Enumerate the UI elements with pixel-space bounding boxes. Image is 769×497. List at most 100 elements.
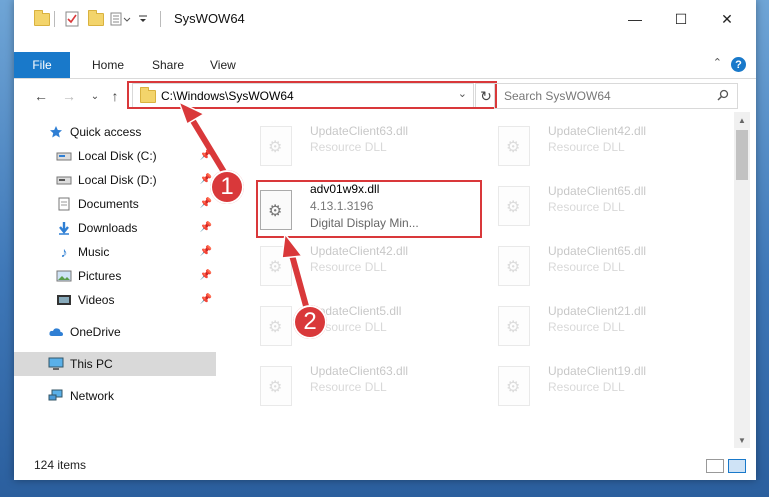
computer-icon — [48, 357, 64, 371]
dll-file-icon — [498, 246, 530, 286]
file-name: UpdateClient42.dll — [310, 244, 409, 258]
new-folder-icon[interactable] — [88, 0, 104, 38]
videos-icon — [56, 293, 72, 307]
quick-access-toolbar-icon[interactable] — [110, 0, 132, 38]
dll-file-icon — [498, 186, 530, 226]
scroll-down-icon[interactable]: ▼ — [734, 432, 750, 448]
file-type: Resource DLL — [548, 140, 625, 154]
item-count: 124 items — [34, 458, 87, 472]
sidebar-item-label: Quick access — [70, 125, 142, 139]
file-name: UpdateClient65.dll — [548, 244, 647, 258]
star-icon — [48, 125, 64, 139]
sidebar-item-pictures[interactable]: Pictures 📌 — [14, 264, 216, 288]
search-placeholder: Search SysWOW64 — [504, 89, 611, 103]
collapse-ribbon-icon[interactable]: ⌃ — [713, 56, 722, 69]
file-name: UpdateClient21.dll — [548, 304, 647, 318]
recent-locations-button[interactable]: ⌄ — [86, 86, 104, 106]
file-tile[interactable]: UpdateClient19.dll Resource DLL — [486, 356, 706, 416]
file-tile[interactable]: UpdateClient5.dll Resource DLL — [248, 296, 468, 356]
forward-button[interactable]: → — [60, 86, 78, 106]
search-icon[interactable] — [717, 89, 729, 104]
vertical-scrollbar[interactable]: ▲ ▼ — [734, 112, 750, 448]
pin-icon: 📌 — [199, 222, 212, 233]
file-tile[interactable]: UpdateClient63.dll Resource DLL — [248, 356, 468, 416]
title-bar: SysWOW64 — ☐ ✕ — [14, 0, 756, 38]
file-tile[interactable]: UpdateClient42.dll Resource DLL — [486, 116, 706, 176]
pictures-icon — [56, 269, 72, 283]
pin-icon: 📌 — [199, 294, 212, 305]
file-tile[interactable]: UpdateClient21.dll Resource DLL — [486, 296, 706, 356]
scroll-up-icon[interactable]: ▲ — [734, 112, 750, 128]
maximize-button[interactable]: ☐ — [658, 0, 704, 38]
tab-share[interactable]: Share — [152, 52, 184, 78]
properties-icon[interactable] — [64, 0, 80, 38]
pin-icon: 📌 — [199, 198, 212, 209]
sidebar-item-label: Music — [78, 245, 110, 259]
drive-icon — [56, 149, 72, 163]
file-type: Resource DLL — [310, 260, 387, 274]
music-icon: ♪ — [60, 244, 68, 260]
dll-file-icon — [498, 366, 530, 406]
close-button[interactable]: ✕ — [704, 0, 750, 38]
ribbon-tabs: File Home Share View ⌃ ? — [14, 52, 756, 79]
file-tile[interactable]: UpdateClient42.dll Resource DLL — [248, 236, 468, 296]
sidebar-item-label: Local Disk (C:) — [78, 149, 157, 163]
sidebar-item-local-disk-c[interactable]: Local Disk (C:) 📌 — [14, 144, 216, 168]
up-button[interactable]: ↑ — [106, 86, 124, 106]
dll-file-icon — [498, 126, 530, 166]
tab-file[interactable]: File — [14, 52, 70, 78]
sidebar-item-label: Local Disk (D:) — [78, 173, 157, 187]
explorer-window: SysWOW64 — ☐ ✕ File Home Share View ⌃ ? … — [14, 0, 756, 480]
sidebar-item-onedrive[interactable]: OneDrive — [14, 320, 216, 344]
sidebar-item-label: Network — [70, 389, 115, 403]
navigation-pane: Quick access Local Disk (C:) 📌 Local Dis… — [14, 112, 216, 448]
minimize-button[interactable]: — — [612, 0, 658, 38]
back-button[interactable]: ← — [32, 86, 50, 106]
download-icon — [56, 221, 72, 235]
dll-file-icon — [260, 246, 292, 286]
pin-icon: 📌 — [199, 246, 212, 257]
file-tile[interactable]: UpdateClient65.dll Resource DLL — [486, 176, 706, 236]
tab-home[interactable]: Home — [92, 52, 124, 78]
sidebar-item-music[interactable]: ♪ Music 📌 — [14, 240, 216, 264]
status-bar: 124 items — [14, 455, 756, 475]
cloud-icon — [48, 325, 64, 339]
details-view-icon[interactable] — [706, 459, 724, 473]
dll-file-icon — [498, 306, 530, 346]
sidebar-item-videos[interactable]: Videos 📌 — [14, 288, 216, 312]
search-input[interactable]: Search SysWOW64 — [494, 83, 738, 109]
file-name: UpdateClient65.dll — [548, 184, 647, 198]
file-name: UpdateClient63.dll — [310, 124, 409, 138]
pin-icon: 📌 — [199, 150, 212, 161]
file-highlight-box — [256, 180, 482, 238]
sidebar-item-quick-access[interactable]: Quick access — [14, 120, 216, 144]
dll-file-icon — [260, 306, 292, 346]
sidebar-item-this-pc[interactable]: This PC — [14, 352, 216, 376]
help-icon[interactable]: ? — [731, 57, 746, 72]
dll-file-icon — [260, 366, 292, 406]
file-name: UpdateClient42.dll — [548, 124, 647, 138]
navigation-bar: ← → ⌄ ↑ C:\Windows\SysWOW64 ⌄ ↻ Search S… — [14, 80, 756, 112]
drive-icon — [56, 173, 72, 187]
scroll-thumb[interactable] — [736, 130, 748, 180]
sidebar-item-label: This PC — [70, 357, 113, 371]
sidebar-item-documents[interactable]: Documents 📌 — [14, 192, 216, 216]
file-type: Resource DLL — [548, 320, 625, 334]
customize-toolbar-icon[interactable] — [138, 0, 148, 38]
step-1-badge: 1 — [210, 170, 244, 204]
step-2-badge: 2 — [293, 305, 327, 339]
file-type: Resource DLL — [548, 380, 625, 394]
large-icons-view-icon[interactable] — [728, 459, 746, 473]
file-tile[interactable]: UpdateClient65.dll Resource DLL — [486, 236, 706, 296]
file-type: Resource DLL — [310, 140, 387, 154]
window-title: SysWOW64 — [174, 11, 245, 26]
sidebar-item-downloads[interactable]: Downloads 📌 — [14, 216, 216, 240]
file-tile[interactable]: UpdateClient63.dll Resource DLL — [248, 116, 468, 176]
tab-view[interactable]: View — [210, 52, 236, 78]
title-separator — [54, 0, 55, 38]
sidebar-item-local-disk-d[interactable]: Local Disk (D:) 📌 — [14, 168, 216, 192]
sidebar-item-label: Documents — [78, 197, 139, 211]
file-type: Resource DLL — [548, 200, 625, 214]
file-name: UpdateClient63.dll — [310, 364, 409, 378]
sidebar-item-network[interactable]: Network — [14, 384, 216, 408]
